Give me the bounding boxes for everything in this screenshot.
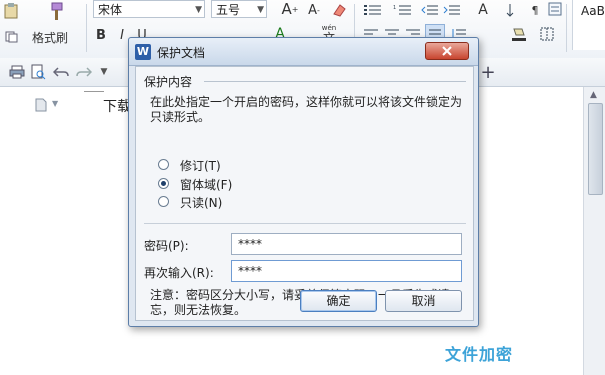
italic-icon: I [120, 27, 124, 43]
customize-dropdown-icon[interactable]: ▼ [98, 63, 110, 81]
confirm-password-field[interactable]: **** [231, 260, 462, 282]
watermark-text: 文件加密 [445, 345, 514, 364]
option-read-only[interactable]: 只读(N) [158, 194, 278, 210]
document-text: 下载 [103, 99, 131, 115]
page-marker-arrow: ▼ [52, 99, 59, 108]
scrollbar-thumb[interactable] [588, 103, 603, 195]
close-button[interactable] [425, 42, 469, 60]
radio-read-only[interactable] [158, 196, 169, 207]
grow-font-icon: A [281, 0, 292, 18]
radio-form-fields[interactable] [158, 178, 169, 189]
bold-button[interactable]: B [93, 26, 109, 44]
format-painter-label: 格式刷 [31, 30, 68, 45]
option-revision[interactable]: 修订(T) [158, 157, 278, 173]
chevron-down-icon: ▼ [195, 5, 202, 15]
margin-mark [84, 91, 104, 92]
password-label: 密码(P): [144, 239, 189, 253]
format-painter-icon[interactable] [44, 0, 68, 22]
increase-indent-icon[interactable] [442, 2, 462, 18]
plus-icon: + [480, 61, 496, 83]
wps-writer-icon: W [135, 44, 151, 60]
font-name-select[interactable]: 宋体 ▼ [93, 0, 205, 18]
numbered-list-icon[interactable]: 1 [392, 2, 414, 18]
cancel-button[interactable]: 取消 [385, 290, 462, 312]
italic-button[interactable]: I [115, 26, 129, 44]
print-preview-icon[interactable] [29, 63, 47, 81]
font-name-value: 宋体 [98, 3, 123, 17]
option-read-only-label: 只读(N) [180, 196, 223, 210]
scroll-up-arrow-icon[interactable]: ▲ [590, 90, 597, 100]
shrink-font-icon: A [308, 2, 317, 18]
font-size-select[interactable]: 五号 ▼ [211, 0, 267, 18]
border-icon[interactable] [538, 26, 556, 42]
shrink-font-button[interactable]: A- [305, 1, 323, 19]
bullet-list-icon[interactable] [362, 2, 384, 18]
undo-icon[interactable] [52, 63, 70, 81]
clear-format-icon[interactable] [330, 1, 348, 19]
new-tab-button[interactable]: + [478, 61, 498, 83]
text-style-icon[interactable]: A [472, 0, 494, 20]
ok-button[interactable]: 确定 [300, 290, 377, 312]
dialog-body: 保护内容 在此处指定一个开启的密码，这样你就可以将该文件锁定为只读形式。 修订(… [135, 66, 474, 321]
radio-revision[interactable] [158, 159, 169, 170]
print-icon[interactable] [8, 63, 26, 81]
chevron-down-icon: ▼ [257, 5, 264, 15]
redo-icon[interactable] [75, 63, 93, 81]
option-revision-label: 修订(T) [180, 159, 221, 173]
sort-icon[interactable] [504, 2, 522, 18]
bold-icon: B [96, 27, 106, 43]
instruction-text: 在此处指定一个开启的密码，这样你就可以将该文件锁定为只读形式。 [150, 95, 463, 124]
separator [86, 4, 87, 52]
confirm-password-label: 再次输入(R): [144, 266, 214, 280]
copy-icon[interactable] [4, 30, 20, 44]
paste-icon[interactable] [2, 2, 20, 20]
password-field[interactable]: **** [231, 233, 462, 255]
styles-gallery-icon[interactable] [546, 0, 564, 18]
separator [566, 4, 567, 52]
page-marker-icon [34, 97, 48, 113]
style-preview-text: AaBb [581, 4, 605, 18]
dialog-title: 保护文档 [157, 46, 206, 60]
shading-icon[interactable] [508, 24, 530, 44]
option-form-fields-label: 窗体域(F) [180, 178, 233, 192]
section-divider [144, 223, 466, 224]
protect-document-dialog: W 保护文档 保护内容 在此处指定一个开启的密码，这样你就可以将该文件锁定为只读… [128, 37, 479, 327]
close-icon [442, 46, 452, 56]
svg-text:1: 1 [393, 5, 396, 11]
dialog-title-bar[interactable]: W 保护文档 [129, 38, 478, 66]
group-label: 保护内容 [144, 75, 193, 89]
option-form-fields[interactable]: 窗体域(F) [158, 176, 278, 192]
show-marks-icon[interactable]: ¶ [526, 2, 544, 18]
decrease-indent-icon[interactable] [420, 2, 440, 18]
style-preview[interactable]: AaBb [572, 0, 605, 50]
font-size-value: 五号 [216, 3, 241, 17]
format-painter-button[interactable]: 格式刷 [22, 28, 78, 46]
grow-font-button[interactable]: A + [280, 0, 300, 18]
group-divider [204, 81, 466, 82]
vertical-scrollbar[interactable]: ▲ [583, 87, 605, 375]
